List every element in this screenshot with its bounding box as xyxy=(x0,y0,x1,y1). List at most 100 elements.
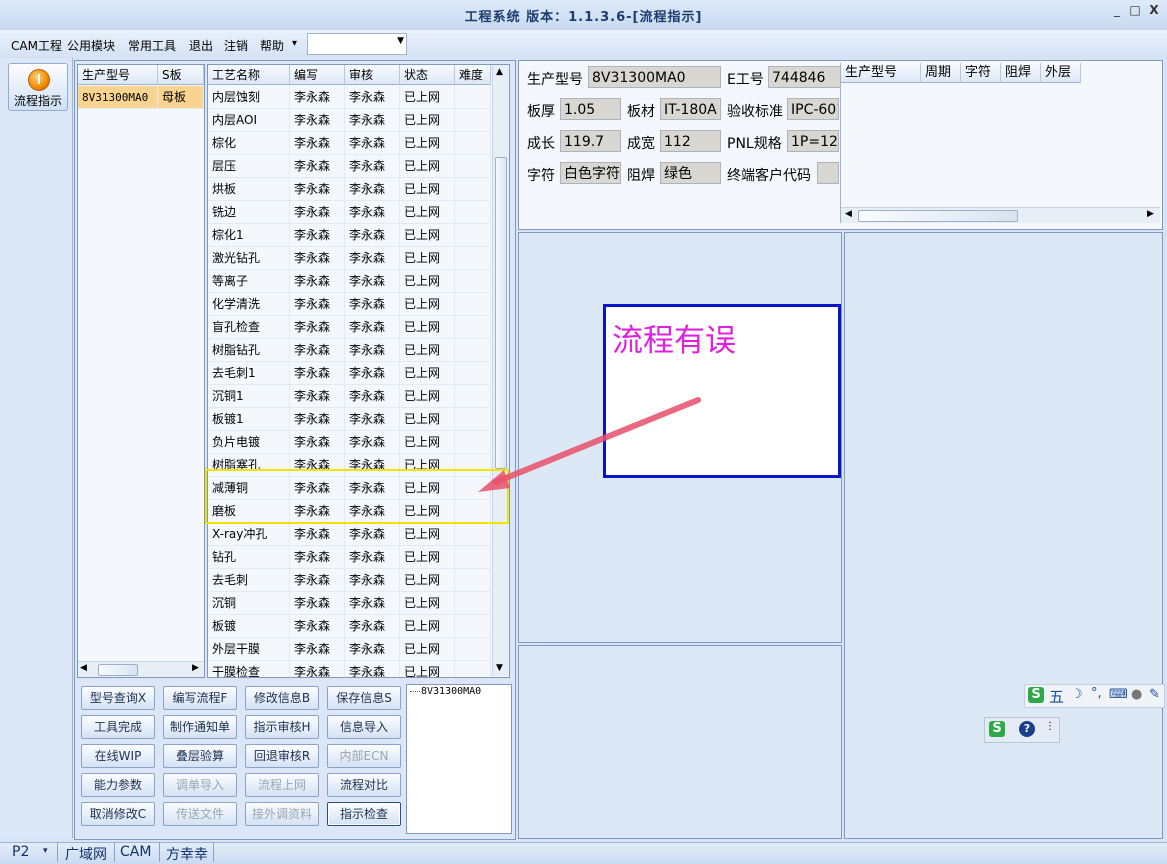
cell-status[interactable]: 已上网 xyxy=(400,270,455,293)
menu-cam[interactable]: CAM工程 xyxy=(11,37,62,54)
cell-difficulty[interactable] xyxy=(455,592,491,615)
minimize-button[interactable]: _ xyxy=(1108,2,1126,18)
cell-reviewer[interactable]: 李永森 xyxy=(345,431,400,454)
table-row[interactable]: 干膜检查 李永森 李永森 已上网 xyxy=(208,661,492,677)
cell-process-name[interactable]: 板镀1 xyxy=(208,408,290,431)
action-button[interactable]: 内部ECN xyxy=(327,744,401,768)
cell-reviewer[interactable]: 李永森 xyxy=(345,178,400,201)
side-col-outer[interactable]: 外层 xyxy=(1041,63,1081,83)
table-row[interactable]: 去毛刺 李永森 李永森 已上网 xyxy=(208,569,492,592)
cell-process-name[interactable]: 棕化 xyxy=(208,132,290,155)
close-button[interactable]: X xyxy=(1145,2,1163,18)
status-tab-p2[interactable]: P2 xyxy=(12,844,29,860)
action-button[interactable]: 取消修改C xyxy=(81,802,155,826)
cell-reviewer[interactable]: 李永森 xyxy=(345,109,400,132)
cell-status[interactable]: 已上网 xyxy=(400,293,455,316)
cell-author[interactable]: 李永森 xyxy=(290,661,345,677)
wrench-icon[interactable]: ✎ xyxy=(1149,687,1160,702)
cell-process-name[interactable]: 等离子 xyxy=(208,270,290,293)
cell-author[interactable]: 李永森 xyxy=(290,638,345,661)
cell-difficulty[interactable] xyxy=(455,569,491,592)
cell-difficulty[interactable] xyxy=(455,546,491,569)
cell-author[interactable]: 李永森 xyxy=(290,224,345,247)
maximize-button[interactable]: □ xyxy=(1126,2,1144,18)
model-row-model[interactable]: 8V31300MA0 xyxy=(78,86,158,109)
cell-difficulty[interactable] xyxy=(455,247,491,270)
status-tab-wan[interactable]: 广域网 xyxy=(65,844,107,864)
cell-author[interactable]: 李永森 xyxy=(290,592,345,615)
width-field[interactable]: 112 xyxy=(660,130,721,152)
table-row[interactable]: 树脂钻孔 李永森 李永森 已上网 xyxy=(208,339,492,362)
cell-status[interactable]: 已上网 xyxy=(400,408,455,431)
table-row[interactable]: 板镀 李永森 李永森 已上网 xyxy=(208,615,492,638)
punct-icon[interactable]: °, xyxy=(1091,686,1102,701)
cell-author[interactable]: 李永森 xyxy=(290,523,345,546)
cell-process-name[interactable]: 烘板 xyxy=(208,178,290,201)
table-row[interactable]: 内层AOI 李永森 李永森 已上网 xyxy=(208,109,492,132)
tree-item[interactable]: 8V31300MA0 xyxy=(421,686,481,697)
cell-process-name[interactable]: 化学清洗 xyxy=(208,293,290,316)
cell-process-name[interactable]: 树脂钻孔 xyxy=(208,339,290,362)
action-button[interactable]: 叠层验算 xyxy=(163,744,237,768)
cell-reviewer[interactable]: 李永森 xyxy=(345,546,400,569)
cell-reviewer[interactable]: 李永森 xyxy=(345,661,400,677)
col-header-sboard[interactable]: S板 xyxy=(158,65,204,85)
col-header-reviewer[interactable]: 审核 xyxy=(345,65,400,85)
table-row[interactable]: 等离子 李永森 李永森 已上网 xyxy=(208,270,492,293)
cell-process-name[interactable]: 去毛刺1 xyxy=(208,362,290,385)
process-table-vscrollbar[interactable]: ▲ ▼ xyxy=(492,65,509,676)
table-row[interactable]: 外层干膜 李永森 李永森 已上网 xyxy=(208,638,492,661)
table-row[interactable]: 沉铜 李永森 李永森 已上网 xyxy=(208,592,492,615)
table-row[interactable]: 层压 李永森 李永森 已上网 xyxy=(208,155,492,178)
cell-difficulty[interactable] xyxy=(455,109,491,132)
material-field[interactable]: IT-180A xyxy=(660,98,721,120)
cell-status[interactable]: 已上网 xyxy=(400,431,455,454)
cell-reviewer[interactable]: 李永森 xyxy=(345,385,400,408)
cell-author[interactable]: 李永森 xyxy=(290,201,345,224)
action-button[interactable]: 修改信息B xyxy=(245,686,319,710)
table-row[interactable]: 棕化 李永森 李永森 已上网 xyxy=(208,132,492,155)
action-button[interactable]: 信息导入 xyxy=(327,715,401,739)
scroll-right-icon[interactable]: ▶ xyxy=(1147,209,1154,219)
scroll-up-icon[interactable]: ▲ xyxy=(496,67,503,77)
cell-status[interactable]: 已上网 xyxy=(400,661,455,677)
cell-difficulty[interactable] xyxy=(455,86,491,109)
side-col-model[interactable]: 生产型号 xyxy=(841,63,921,83)
keyboard-icon[interactable]: ⌨ xyxy=(1109,687,1128,702)
cell-author[interactable]: 李永森 xyxy=(290,247,345,270)
table-row[interactable]: 钻孔 李永森 李永森 已上网 xyxy=(208,546,492,569)
cell-status[interactable]: 已上网 xyxy=(400,109,455,132)
side-table-hscrollbar[interactable]: ◀ ▶ xyxy=(841,207,1160,223)
cell-reviewer[interactable]: 李永森 xyxy=(345,86,400,109)
action-button[interactable]: 流程对比 xyxy=(327,773,401,797)
status-tab-user[interactable]: 方幸幸 xyxy=(166,844,208,864)
cell-process-name[interactable]: 钻孔 xyxy=(208,546,290,569)
legend-field[interactable]: 白色字符 xyxy=(560,162,621,184)
cell-status[interactable]: 已上网 xyxy=(400,523,455,546)
cell-reviewer[interactable]: 李永森 xyxy=(345,615,400,638)
cell-reviewer[interactable]: 李永森 xyxy=(345,408,400,431)
cell-process-name[interactable]: 层压 xyxy=(208,155,290,178)
cell-process-name[interactable]: 沉铜1 xyxy=(208,385,290,408)
thickness-field[interactable]: 1.05 xyxy=(560,98,621,120)
cell-reviewer[interactable]: 李永森 xyxy=(345,362,400,385)
cell-process-name[interactable]: 铣边 xyxy=(208,201,290,224)
cell-status[interactable]: 已上网 xyxy=(400,178,455,201)
table-row[interactable]: 内层蚀刻 李永森 李永森 已上网 xyxy=(208,86,492,109)
cell-reviewer[interactable]: 李永森 xyxy=(345,270,400,293)
sogou-small-icon[interactable]: S xyxy=(989,721,1005,737)
cell-author[interactable]: 李永森 xyxy=(290,569,345,592)
cell-difficulty[interactable] xyxy=(455,132,491,155)
cell-author[interactable]: 李永森 xyxy=(290,270,345,293)
cell-author[interactable]: 李永森 xyxy=(290,293,345,316)
cell-author[interactable]: 李永森 xyxy=(290,132,345,155)
menu-exit[interactable]: 退出 xyxy=(189,37,213,54)
cell-status[interactable]: 已上网 xyxy=(400,132,455,155)
mask-field[interactable]: 绿色 xyxy=(660,162,721,184)
cell-reviewer[interactable]: 李永森 xyxy=(345,224,400,247)
action-button[interactable]: 能力参数 xyxy=(81,773,155,797)
cell-status[interactable]: 已上网 xyxy=(400,339,455,362)
cell-status[interactable]: 已上网 xyxy=(400,247,455,270)
cell-process-name[interactable]: 负片电镀 xyxy=(208,431,290,454)
scroll-thumb[interactable] xyxy=(858,210,1018,222)
